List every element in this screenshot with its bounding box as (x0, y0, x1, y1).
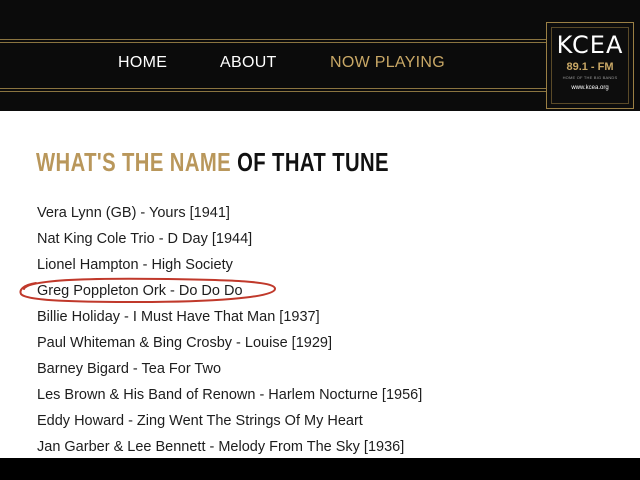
nav-now-playing-link[interactable]: NOW PLAYING (330, 54, 445, 72)
song-item[interactable]: Barney Bigard - Tea For Two (37, 356, 422, 382)
song-item[interactable]: Jan Garber & Lee Bennett - Melody From T… (37, 434, 422, 460)
logo-url: www.kcea.org (571, 85, 609, 91)
header-rule (0, 88, 548, 89)
header-rule (0, 42, 548, 43)
song-item[interactable]: Lionel Hampton - High Society (37, 252, 422, 278)
header-rule (0, 91, 548, 92)
nav-about-link[interactable]: ABOUT (220, 54, 277, 72)
page-title-dark: OF THAT TUNE (237, 147, 389, 177)
song-item-circled[interactable]: Greg Poppleton Ork - Do Do Do (37, 278, 422, 304)
page-title: WHAT'S THE NAME OF THAT TUNE (36, 144, 389, 180)
song-item[interactable]: Paul Whiteman & Bing Crosby - Louise [19… (37, 330, 422, 356)
song-item[interactable]: Les Brown & His Band of Renown - Harlem … (37, 382, 422, 408)
song-item[interactable]: Nat King Cole Trio - D Day [1944] (37, 226, 422, 252)
site-header: HOME ABOUT NOW PLAYING (0, 0, 640, 111)
main-nav: HOME ABOUT NOW PLAYING (0, 54, 548, 80)
page-title-gold: WHAT'S THE NAME (36, 147, 232, 177)
bottom-bar (0, 458, 640, 480)
song-list: Vera Lynn (GB) - Yours [1941] Nat King C… (37, 200, 422, 460)
logo-call-letters: KCEA (556, 31, 624, 59)
logo-tagline: HOME OF THE BIG BANDS (562, 75, 618, 80)
song-item[interactable]: Eddy Howard - Zing Went The Strings Of M… (37, 408, 422, 434)
song-item[interactable]: Vera Lynn (GB) - Yours [1941] (37, 200, 422, 226)
song-item[interactable]: Billie Holiday - I Must Have That Man [1… (37, 304, 422, 330)
kcea-logo[interactable]: KCEA 89.1 - FM HOME OF THE BIG BANDS www… (546, 22, 634, 109)
nav-home-link[interactable]: HOME (118, 54, 167, 72)
logo-frequency: 89.1 - FM (566, 61, 614, 73)
header-rule (0, 39, 548, 40)
